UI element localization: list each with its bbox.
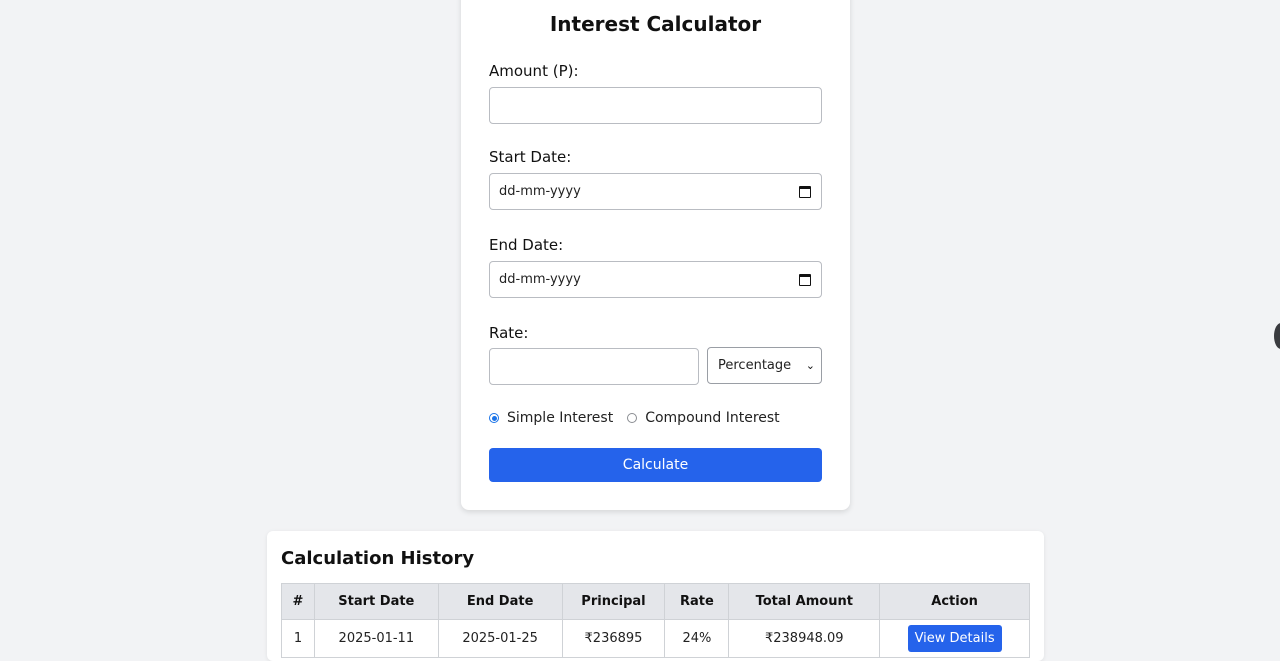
page-title: Interest Calculator bbox=[549, 12, 762, 36]
table-header-row: # Start Date End Date Principal Rate Tot… bbox=[281, 583, 1030, 620]
interest-type-group: Simple Interest Compound Interest bbox=[489, 409, 780, 427]
table-row: 1 2025-01-11 2025-01-25 ₹236895 24% ₹238… bbox=[281, 619, 1030, 658]
end-date-input[interactable]: dd-mm-yyyy bbox=[489, 261, 822, 298]
column-header-end-date: End Date bbox=[437, 583, 563, 620]
amount-input[interactable] bbox=[489, 87, 822, 124]
rate-type-select[interactable]: Percentage ⌄ bbox=[707, 347, 822, 384]
end-date-label: End Date: bbox=[489, 236, 564, 254]
column-header-start-date: Start Date bbox=[313, 583, 439, 620]
view-details-button[interactable]: View Details bbox=[907, 625, 1002, 652]
start-date-label: Start Date: bbox=[489, 148, 572, 166]
calculate-button[interactable]: Calculate bbox=[489, 448, 822, 482]
column-header-rate: Rate bbox=[664, 583, 730, 620]
calculator-card: Interest Calculator Amount (P): Start Da… bbox=[461, 0, 850, 510]
history-title: Calculation History bbox=[281, 548, 475, 569]
column-header-principal: Principal bbox=[561, 583, 666, 620]
cell-rate: 24% bbox=[664, 619, 730, 658]
history-table: # Start Date End Date Principal Rate Tot… bbox=[281, 583, 1030, 658]
rate-input[interactable] bbox=[489, 348, 699, 385]
calculation-history-panel: Calculation History # Start Date End Dat… bbox=[267, 531, 1044, 661]
cell-action: View Details bbox=[879, 619, 1030, 658]
column-header-total-amount: Total Amount bbox=[728, 583, 881, 620]
calculate-button-label: Calculate bbox=[622, 457, 689, 473]
cell-start-date: 2025-01-11 bbox=[313, 619, 439, 658]
floating-widget-handle[interactable] bbox=[1274, 323, 1280, 349]
start-date-input[interactable]: dd-mm-yyyy bbox=[489, 173, 822, 210]
chevron-down-icon: ⌄ bbox=[805, 360, 815, 372]
column-header-index: # bbox=[281, 583, 315, 620]
amount-label: Amount (P): bbox=[489, 62, 579, 80]
compound-interest-label[interactable]: Compound Interest bbox=[645, 410, 779, 426]
cell-total-amount: ₹238948.09 bbox=[728, 619, 881, 658]
start-date-placeholder: dd-mm-yyyy bbox=[499, 184, 581, 199]
rate-label: Rate: bbox=[489, 324, 529, 342]
rate-type-selected: Percentage bbox=[718, 358, 792, 373]
end-date-placeholder: dd-mm-yyyy bbox=[499, 272, 581, 287]
calendar-icon[interactable] bbox=[799, 186, 811, 198]
calendar-icon[interactable] bbox=[799, 274, 811, 286]
simple-interest-radio[interactable] bbox=[489, 413, 499, 423]
cell-index: 1 bbox=[281, 619, 315, 658]
cell-end-date: 2025-01-25 bbox=[437, 619, 563, 658]
compound-interest-radio[interactable] bbox=[627, 413, 638, 423]
simple-interest-label[interactable]: Simple Interest bbox=[507, 410, 613, 426]
cell-principal: ₹236895 bbox=[561, 619, 666, 658]
column-header-action: Action bbox=[879, 583, 1030, 620]
